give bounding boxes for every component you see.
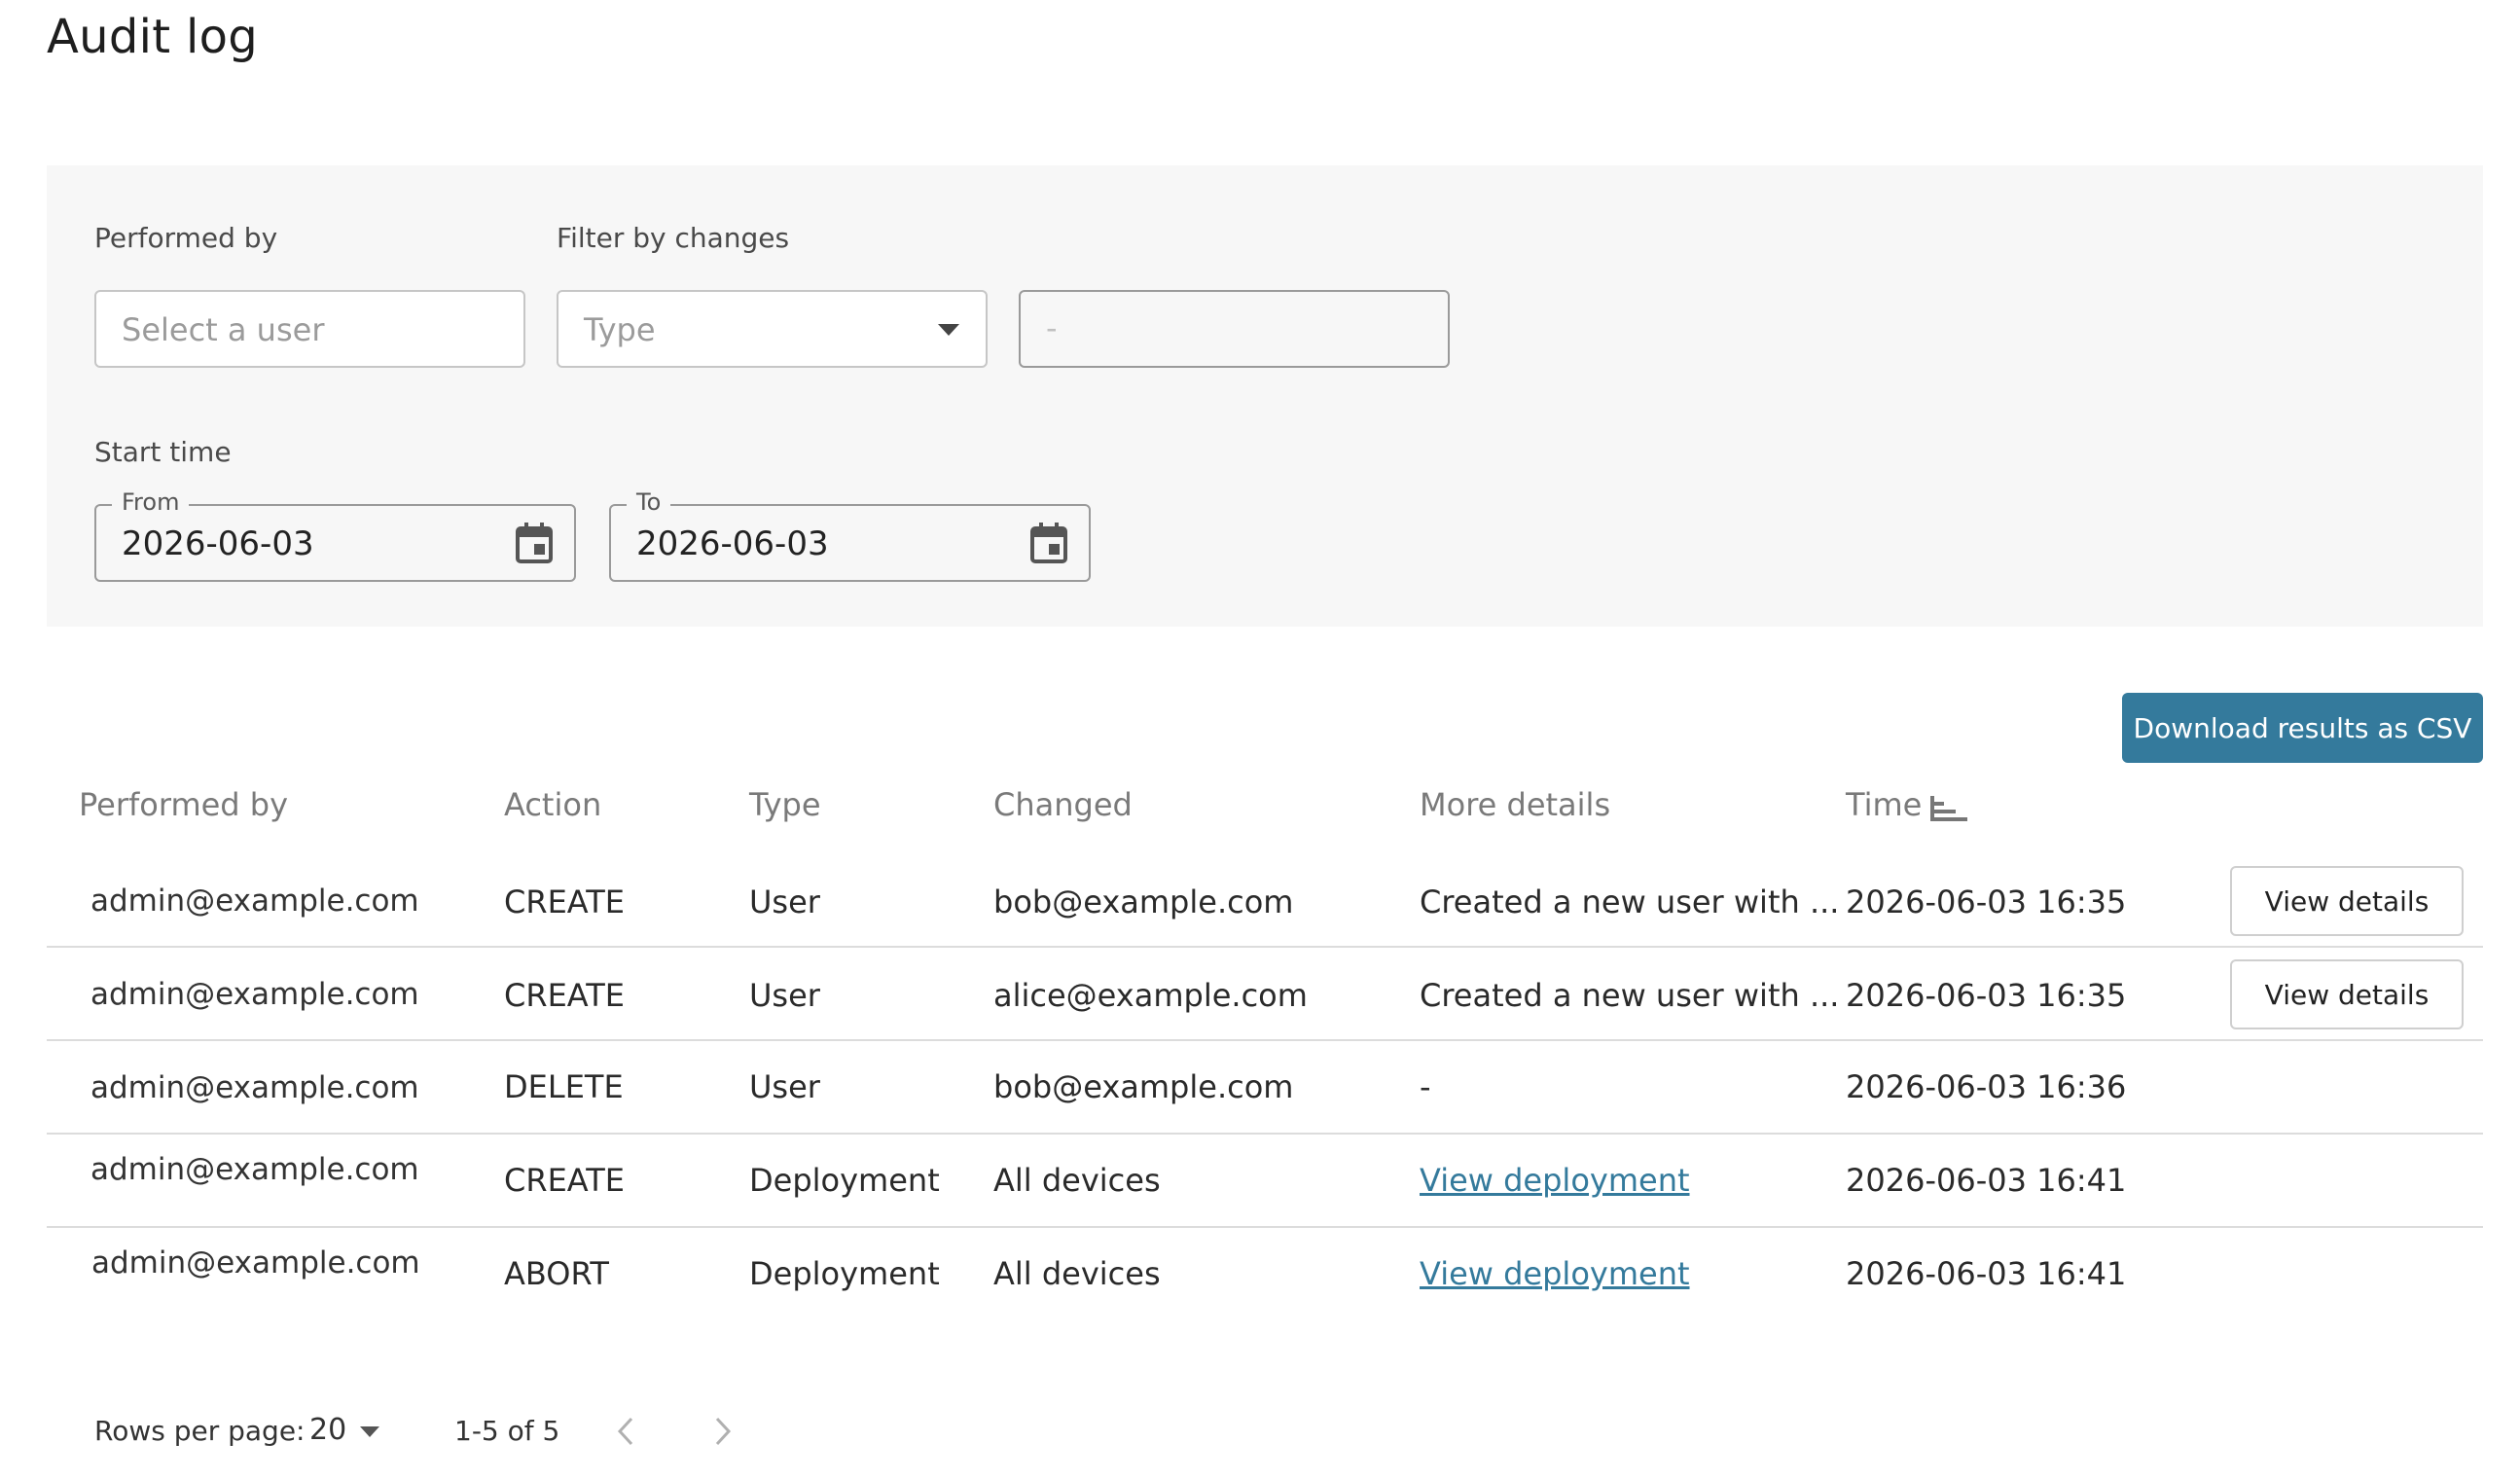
cell-time: 2026-06-03 16:35 xyxy=(1846,977,2127,1014)
view-deployment-link[interactable]: View deployment xyxy=(1420,1255,1690,1292)
cell-type: User xyxy=(749,1068,820,1105)
rows-per-page-select[interactable]: 20 xyxy=(309,1411,387,1450)
cell-type: User xyxy=(749,977,820,1014)
view-deployment-link[interactable]: View deployment xyxy=(1420,1162,1690,1199)
cell-action: CREATE xyxy=(504,977,625,1014)
rows-per-page-value: 20 xyxy=(309,1413,347,1447)
start-time-label: Start time xyxy=(94,436,232,468)
from-date-value: 2026-06-03 xyxy=(122,524,314,563)
user-select-placeholder: Select a user xyxy=(122,311,325,348)
type-select[interactable]: Type xyxy=(557,290,988,368)
cell-time: 2026-06-03 16:41 xyxy=(1846,1162,2127,1199)
table-row: admin@example.com ABORT Deployment All d… xyxy=(47,1228,2483,1321)
cell-changed: bob@example.com xyxy=(993,884,1294,920)
user-select-input[interactable]: Select a user xyxy=(94,290,525,368)
change-detail-input[interactable]: - xyxy=(1019,290,1450,368)
type-select-placeholder: Type xyxy=(584,311,656,348)
cell-type: User xyxy=(749,884,820,920)
cell-type: Deployment xyxy=(749,1255,940,1292)
view-details-button[interactable]: View details xyxy=(2230,959,2464,1029)
cell-changed: All devices xyxy=(993,1255,1161,1292)
calendar-icon[interactable] xyxy=(1029,522,1068,564)
sort-icon[interactable] xyxy=(1930,796,1969,823)
cell-action: CREATE xyxy=(504,1162,625,1199)
to-date-field[interactable]: To 2026-06-03 xyxy=(609,488,1091,582)
view-details-button[interactable]: View details xyxy=(2230,866,2464,936)
column-header-time[interactable]: Time xyxy=(1846,786,1922,823)
filter-by-changes-label: Filter by changes xyxy=(557,222,790,254)
download-csv-button[interactable]: Download results as CSV xyxy=(2122,693,2483,763)
column-header-action[interactable]: Action xyxy=(504,786,601,823)
cell-action: ABORT xyxy=(504,1255,609,1292)
column-header-more-details[interactable]: More details xyxy=(1420,786,1610,823)
from-label: From xyxy=(112,488,190,516)
cell-time: 2026-06-03 16:35 xyxy=(1846,884,2127,920)
cell-performed-by: admin@example.com xyxy=(90,884,419,919)
rows-per-page-label: Rows per page: xyxy=(94,1415,306,1447)
cell-more-details: Created a new user with ... xyxy=(1420,884,1840,920)
cell-performed-by: admin@example.com xyxy=(91,1245,420,1281)
cell-time: 2026-06-03 16:36 xyxy=(1846,1068,2127,1105)
cell-more-details: Created a new user with ... xyxy=(1420,977,1840,1014)
from-date-field[interactable]: From 2026-06-03 xyxy=(94,488,576,582)
change-detail-placeholder: - xyxy=(1046,309,1058,346)
to-label: To xyxy=(627,488,671,516)
cell-performed-by: admin@example.com xyxy=(90,1070,419,1105)
cell-performed-by: admin@example.com xyxy=(90,1152,419,1187)
cell-changed: All devices xyxy=(993,1162,1161,1199)
table-row: admin@example.com CREATE Deployment All … xyxy=(47,1135,2483,1228)
cell-changed: bob@example.com xyxy=(993,1068,1294,1105)
cell-type: Deployment xyxy=(749,1162,940,1199)
performed-by-label: Performed by xyxy=(94,222,278,254)
caret-down-icon xyxy=(938,324,959,336)
table-row: admin@example.com CREATE User alice@exam… xyxy=(47,948,2483,1041)
to-date-value: 2026-06-03 xyxy=(636,524,829,563)
caret-down-icon xyxy=(360,1426,379,1437)
chevron-left-icon[interactable] xyxy=(617,1417,634,1446)
chevron-right-icon[interactable] xyxy=(714,1417,732,1446)
cell-performed-by: admin@example.com xyxy=(90,977,419,1012)
column-header-type[interactable]: Type xyxy=(749,786,821,823)
column-header-changed[interactable]: Changed xyxy=(993,786,1133,823)
cell-time: 2026-06-03 16:41 xyxy=(1846,1255,2127,1292)
calendar-icon[interactable] xyxy=(515,522,554,564)
table-row: admin@example.com CREATE User bob@exampl… xyxy=(47,854,2483,948)
cell-action: DELETE xyxy=(504,1068,624,1105)
pagination-range: 1-5 of 5 xyxy=(454,1415,560,1447)
cell-more-details: - xyxy=(1420,1068,1431,1105)
column-header-performed-by[interactable]: Performed by xyxy=(79,786,288,823)
cell-changed: alice@example.com xyxy=(993,977,1308,1014)
page-title: Audit log xyxy=(47,10,259,64)
cell-action: CREATE xyxy=(504,884,625,920)
table-row: admin@example.com DELETE User bob@exampl… xyxy=(47,1041,2483,1135)
